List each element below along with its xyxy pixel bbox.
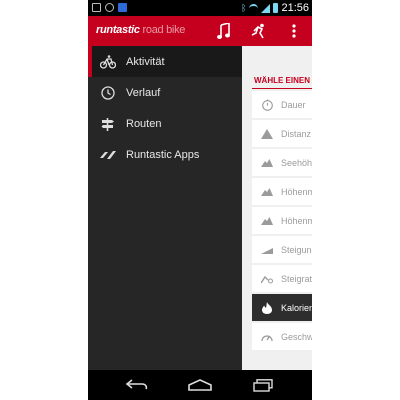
list-item-geschwindigkeit[interactable]: Geschwi — [252, 323, 312, 350]
status-time: 21:56 — [281, 2, 309, 14]
drawer-item-runtastic-apps[interactable]: Runtastic Apps — [88, 139, 242, 170]
drawer-item-label: Verlauf — [126, 86, 161, 99]
bike-icon — [100, 54, 116, 70]
stopwatch-icon — [261, 99, 273, 111]
action-bar: runtastic road bike — [88, 16, 312, 46]
home-icon — [188, 379, 212, 391]
voicemail-icon — [105, 3, 114, 12]
list-item-label: Geschwi — [281, 331, 312, 342]
list-item-label: Steigrat — [281, 273, 312, 284]
list-item-label: Steigung — [281, 244, 312, 255]
elevation-loss-icon — [261, 215, 273, 227]
sport-type-button[interactable] — [248, 20, 270, 42]
list-item-dauer[interactable]: Dauer — [252, 91, 312, 118]
status-bar: ᛒ 21:56 — [88, 0, 312, 16]
phone-screen: ᛒ 21:56 runtastic road bike Aktivität Ve… — [88, 0, 312, 400]
navigation-drawer: Aktivität Verlauf Routen Runtastic Apps — [88, 46, 242, 370]
system-navigation-bar — [88, 370, 312, 400]
home-button[interactable] — [187, 377, 213, 393]
notification-icons — [92, 3, 127, 12]
list-item-label: Höhenm — [281, 186, 312, 197]
drawer-item-label: Routen — [126, 117, 162, 130]
bluetooth-icon: ᛒ — [241, 3, 247, 13]
list-item-kalorien[interactable]: Kalorien — [252, 294, 312, 321]
list-item-steigung[interactable]: Steigung — [252, 236, 312, 263]
list-item-label: Höhenm — [281, 215, 312, 226]
sport-type-icon — [251, 23, 264, 39]
list-item-hoehenmeter-ab[interactable]: Höhenm — [252, 207, 312, 234]
list-item-distanz[interactable]: Distanz — [252, 120, 312, 147]
overflow-menu-icon — [292, 24, 296, 38]
metric-list: Dauer Distanz Seehöhe Höhenm Höhenm Stei… — [252, 91, 312, 352]
overflow-menu-button[interactable] — [283, 20, 305, 42]
slope-icon — [261, 244, 273, 256]
drawer-item-routen[interactable]: Routen — [88, 108, 242, 139]
image-icon — [92, 3, 101, 12]
mountain-icon — [261, 157, 273, 169]
speedometer-icon — [261, 331, 273, 343]
wifi-icon — [249, 3, 259, 13]
drawer-item-label: Runtastic Apps — [126, 148, 200, 161]
music-button[interactable] — [213, 20, 235, 42]
climb-rate-icon — [261, 273, 273, 285]
content-header-divider — [252, 88, 312, 89]
recent-apps-button[interactable] — [250, 377, 276, 393]
list-item-seehoehe[interactable]: Seehöhe — [252, 149, 312, 176]
elevation-gain-icon — [261, 186, 273, 198]
drawer-item-label: Aktivität — [126, 55, 165, 68]
battery-icon — [273, 3, 279, 13]
message-icon — [118, 3, 127, 12]
list-item-label: Distanz — [281, 128, 312, 139]
list-item-label: Dauer — [281, 99, 306, 110]
app-logo[interactable]: runtastic road bike — [96, 24, 185, 36]
back-button[interactable] — [124, 377, 150, 393]
logo-main: runtastic — [96, 24, 140, 36]
flame-icon — [261, 301, 273, 314]
list-item-hoehenmeter-auf[interactable]: Höhenm — [252, 178, 312, 205]
list-item-label: Seehöhe — [281, 157, 312, 168]
clock-icon — [100, 85, 116, 101]
system-icons: ᛒ 21:56 — [241, 2, 309, 14]
signpost-icon — [100, 116, 116, 132]
logo-sub: road bike — [142, 24, 186, 36]
back-icon — [125, 379, 148, 390]
signal-icon — [261, 3, 271, 13]
distance-icon — [261, 128, 273, 140]
list-item-label: Kalorien — [281, 302, 312, 313]
content-header: WÄHLE EINEN — [254, 76, 310, 85]
apps-icon — [100, 147, 116, 163]
list-item-steigrate[interactable]: Steigrat — [252, 265, 312, 292]
drawer-item-aktivitaet[interactable]: Aktivität — [88, 46, 242, 77]
recent-apps-icon — [253, 378, 273, 392]
music-icon — [217, 23, 230, 39]
drawer-item-verlauf[interactable]: Verlauf — [88, 77, 242, 108]
